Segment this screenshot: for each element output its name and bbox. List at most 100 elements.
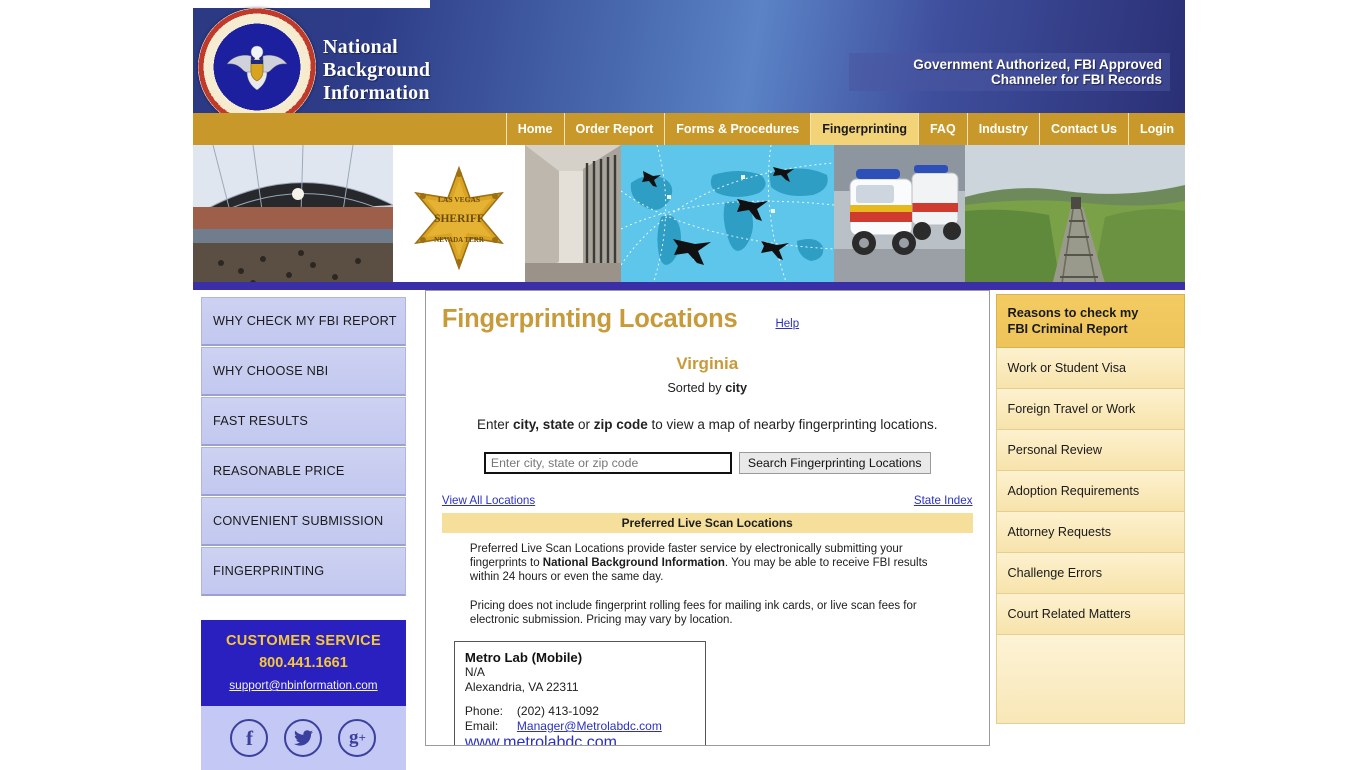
instruction-part-3: to view a map of nearby fingerprinting l… [647, 417, 938, 432]
nav-item-forms-procedures[interactable]: Forms & Procedures [664, 113, 810, 145]
right-sidebar-items: Work or Student Visa Foreign Travel or Wo… [995, 348, 1185, 635]
nav-items-container: Home Order Report Forms & Procedures Finger… [505, 113, 1185, 145]
sidebar-item-convenient-submission[interactable]: CONVENIENT SUBMISSION [201, 497, 406, 546]
railway-countryside-illustration [965, 145, 1185, 290]
banner-railway-countryside-photo [965, 145, 1185, 290]
sidebar-item-reasonable-price[interactable]: REASONABLE PRICE [201, 447, 406, 496]
sorted-by-label: Sorted by city [442, 381, 973, 395]
brand-line-3: Information [323, 82, 430, 104]
reason-item-court-related-matters[interactable]: Court Related Matters [995, 594, 1185, 635]
location-website-link[interactable]: www.metrolabdc.com [465, 734, 617, 745]
svg-text:SHERIFF: SHERIFF [434, 213, 484, 225]
header-top-white-strip [193, 0, 430, 8]
location-phone-label: Phone: [464, 704, 503, 718]
twitter-bird-glyph [293, 730, 313, 746]
reason-item-foreign-travel-or-work[interactable]: Foreign Travel or Work [995, 389, 1185, 430]
police-vehicles-illustration [834, 145, 965, 290]
nav-item-contact-us[interactable]: Contact Us [1039, 113, 1128, 145]
pls-p1-bold: National Background Information [542, 557, 725, 569]
banner-bottom-purple-bar [193, 282, 1185, 290]
sidebar-item-why-choose-nbi[interactable]: WHY CHOOSE NBI [201, 347, 406, 396]
nbi-seal-logo: NATIONAL BACKGROUND INFORMATION [198, 8, 316, 126]
nav-item-login[interactable]: Login [1127, 113, 1185, 145]
help-link[interactable]: Help [775, 318, 799, 330]
twitter-icon[interactable] [284, 719, 323, 757]
instruction-bold-2: zip code [593, 417, 648, 432]
sorted-by-value: city [725, 381, 748, 395]
body-columns: WHY CHECK MY FBI REPORT WHY CHOOSE NBI FAS… [193, 290, 1185, 770]
tagline-line-2: Channeler for FBI Records [990, 72, 1162, 87]
preferred-live-scan-bar: Preferred Live Scan Locations [441, 513, 973, 533]
svg-text:LAS VEGAS: LAS VEGAS [438, 195, 480, 204]
location-card: Metro Lab (Mobile) N/A Alexandria, VA 22… [453, 641, 706, 745]
main-navigation: Home Order Report Forms & Procedures Finger… [193, 113, 1185, 145]
right-sidebar-header-line-1: Reasons to check my [1007, 305, 1139, 320]
right-sidebar-filler [995, 635, 1185, 724]
banner-world-map-airplanes-graphic [621, 145, 834, 290]
reason-item-attorney-requests[interactable]: Attorney Requests [995, 512, 1185, 553]
search-input[interactable] [483, 452, 732, 474]
header-tagline: Government Authorized, FBI Approved Chan… [849, 53, 1170, 91]
nav-item-home[interactable]: Home [505, 113, 564, 145]
location-phone-value: (202) 413-1092 [516, 704, 599, 718]
brand-line-1: National [323, 36, 398, 58]
site-header: NATIONAL BACKGROUND INFORMATION National… [193, 0, 1185, 145]
nav-item-order-report[interactable]: Order Report [563, 113, 665, 145]
search-instruction: Enter city, state or zip code to view a … [442, 417, 973, 432]
right-sidebar: Reasons to check my FBI Criminal Report … [995, 290, 1185, 724]
state-index-link[interactable]: State Index [914, 494, 973, 507]
train-station-illustration [193, 145, 393, 290]
customer-service-phone: 800.441.1661 [259, 655, 348, 671]
view-all-locations-link[interactable]: View All Locations [442, 494, 535, 507]
sidebar-item-fingerprinting[interactable]: FINGERPRINTING [201, 547, 406, 596]
customer-service-email-link[interactable]: support@nbinformation.com [207, 678, 400, 692]
main-content-column: Fingerprinting Locations Help Virginia S… [414, 290, 996, 746]
brand-line-2: Background [323, 59, 431, 81]
preferred-live-scan-paragraph-1: Preferred Live Scan Locations provide fa… [470, 542, 959, 584]
svg-text:NEVADA TERR: NEVADA TERR [434, 236, 485, 244]
tagline-line-1: Government Authorized, FBI Approved [913, 57, 1162, 72]
reason-item-work-or-student-visa[interactable]: Work or Student Visa [995, 348, 1185, 389]
banner-train-station-photo [193, 145, 393, 290]
location-name: Metro Lab (Mobile) [464, 650, 583, 665]
eagle-crest-icon [226, 45, 288, 91]
search-fingerprinting-locations-button[interactable]: Search Fingerprinting Locations [738, 452, 931, 474]
banner-police-cars-photo [834, 145, 965, 290]
reason-item-challenge-errors[interactable]: Challenge Errors [995, 553, 1185, 594]
customer-service-title: CUSTOMER SERVICE [225, 633, 381, 649]
location-email-link[interactable]: Manager@Metrolabdc.com [517, 719, 662, 734]
sidebar-item-fast-results[interactable]: FAST RESULTS [201, 397, 406, 446]
preferred-live-scan-paragraph-2: Pricing does not include fingerprint rol… [469, 600, 917, 626]
left-sidebar: WHY CHECK MY FBI REPORT WHY CHOOSE NBI FAS… [193, 290, 414, 770]
instruction-bold-1: city, state [512, 417, 575, 432]
search-row: Search Fingerprinting Locations [442, 452, 973, 474]
facebook-icon[interactable]: f [230, 719, 269, 757]
page-root: NATIONAL BACKGROUND INFORMATION National… [193, 0, 1185, 770]
nav-item-fingerprinting[interactable]: Fingerprinting [810, 113, 918, 145]
nav-item-industry[interactable]: Industry [966, 113, 1039, 145]
location-email-label: Email: [464, 719, 499, 733]
left-sidebar-menu: WHY CHECK MY FBI REPORT WHY CHOOSE NBI FAS… [201, 297, 406, 596]
social-links: f g + [201, 706, 406, 770]
reason-item-adoption-requirements[interactable]: Adoption Requirements [995, 471, 1185, 512]
customer-service-box: CUSTOMER SERVICE 800.441.1661 support@nb… [201, 620, 406, 706]
world-map-with-planes [621, 145, 834, 290]
instruction-part-1: Enter [476, 417, 513, 432]
sorted-by-prefix: Sorted by [667, 381, 726, 395]
sheriff-star-badge-icon: SHERIFF LAS VEGAS NEVADA TERR [393, 145, 525, 290]
sidebar-item-why-check-my-fbi-report[interactable]: WHY CHECK MY FBI REPORT [201, 297, 406, 346]
secondary-links-row: View All Locations State Index [442, 494, 973, 507]
right-sidebar-header-line-2: FBI Criminal Report [1007, 321, 1128, 336]
right-sidebar-header: Reasons to check my FBI Criminal Report [995, 294, 1185, 348]
location-address-line-2: Alexandria, VA 22311 [464, 680, 579, 694]
reason-item-personal-review[interactable]: Personal Review [995, 430, 1185, 471]
location-address-line-1: N/A [464, 665, 485, 679]
banner-sheriff-badge-photo: SHERIFF LAS VEGAS NEVADA TERR [393, 145, 525, 290]
card-spacer [465, 695, 695, 704]
nav-item-faq[interactable]: FAQ [917, 113, 967, 145]
instruction-part-2: or [574, 417, 594, 432]
google-plus-icon[interactable]: g + [338, 719, 377, 757]
brand-title: National Background Information [323, 36, 430, 105]
main-content-box: Fingerprinting Locations Help Virginia S… [424, 290, 990, 746]
location-email-row: Email: Manager@Metrolabdc.com [465, 719, 695, 734]
